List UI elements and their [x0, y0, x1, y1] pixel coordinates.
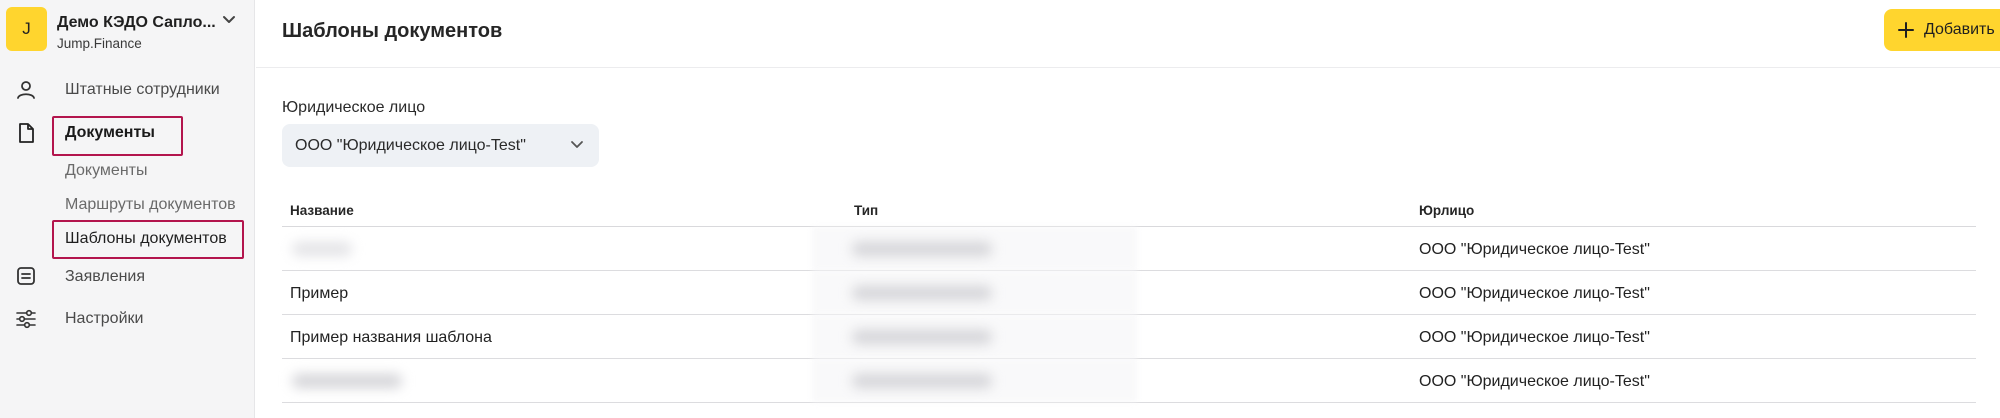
sidebar-subitem-documents[interactable]: Документы — [65, 162, 147, 180]
redacted-type — [852, 242, 992, 256]
org-switcher[interactable]: J Демо КЭДО Сапло... Jump.Finance — [6, 6, 246, 52]
redacted-type — [852, 374, 992, 388]
cell-entity: ООО "Юридическое лицо-Test" — [1419, 373, 1650, 390]
highlight-frame — [52, 220, 244, 259]
chevron-down-icon — [571, 141, 583, 148]
legal-entity-label: Юридическое лицо — [282, 99, 426, 116]
templates-table: Название Тип Юрлицо ООО "Юридическое лиц… — [282, 195, 1976, 403]
cell-name: Пример названия шаблона — [290, 329, 492, 346]
sidebar-item-label: Заявления — [65, 268, 146, 285]
cell-entity: ООО "Юридическое лицо-Test" — [1419, 329, 1650, 346]
cell-entity: ООО "Юридическое лицо-Test" — [1419, 241, 1650, 258]
sidebar-item-label: Штатные сотрудники — [65, 81, 220, 98]
legal-entity-select[interactable]: ООО "Юридическое лицо-Test" — [282, 124, 599, 167]
table-row[interactable]: ООО "Юридическое лицо-Test" — [282, 359, 1976, 403]
add-button[interactable]: Добавить — [1884, 9, 2000, 51]
plus-icon — [1898, 22, 1914, 38]
add-button-label: Добавить — [1924, 21, 1995, 38]
table-row[interactable]: ООО "Юридическое лицо-Test" — [282, 227, 1976, 271]
sidebar-subitem-routes[interactable]: Маршруты документов — [65, 196, 236, 214]
person-icon — [17, 81, 35, 99]
sliders-icon — [16, 309, 36, 329]
table-header: Название Тип Юрлицо — [282, 195, 1976, 227]
column-header-name[interactable]: Название — [290, 203, 354, 218]
page-title: Шаблоны документов — [282, 20, 503, 42]
sidebar-item-label: Настройки — [65, 310, 144, 327]
highlight-frame — [52, 116, 183, 156]
column-header-entity[interactable]: Юрлицо — [1419, 203, 1474, 218]
document-icon — [19, 123, 34, 143]
redacted-type — [852, 286, 992, 300]
chevron-down-icon — [223, 16, 235, 23]
org-subtitle: Jump.Finance — [57, 36, 142, 51]
column-header-type[interactable]: Тип — [854, 203, 878, 218]
list-icon — [17, 267, 35, 285]
table-row[interactable]: Пример ООО "Юридическое лицо-Test" — [282, 271, 1976, 315]
cell-name: Пример — [290, 285, 349, 302]
legal-entity-select-value: ООО "Юридическое лицо-Test" — [295, 137, 526, 154]
sidebar: J Демо КЭДО Сапло... Jump.Finance Штатны… — [0, 0, 255, 418]
redacted-name — [292, 242, 352, 256]
org-name: Демо КЭДО Сапло... — [57, 14, 216, 31]
page-header: Шаблоны документов — [256, 0, 2000, 68]
redacted-type — [852, 330, 992, 344]
cell-entity: ООО "Юридическое лицо-Test" — [1419, 285, 1650, 302]
table-row[interactable]: Пример названия шаблона ООО "Юридическое… — [282, 315, 1976, 359]
org-avatar: J — [6, 7, 47, 51]
redacted-name — [292, 374, 402, 388]
